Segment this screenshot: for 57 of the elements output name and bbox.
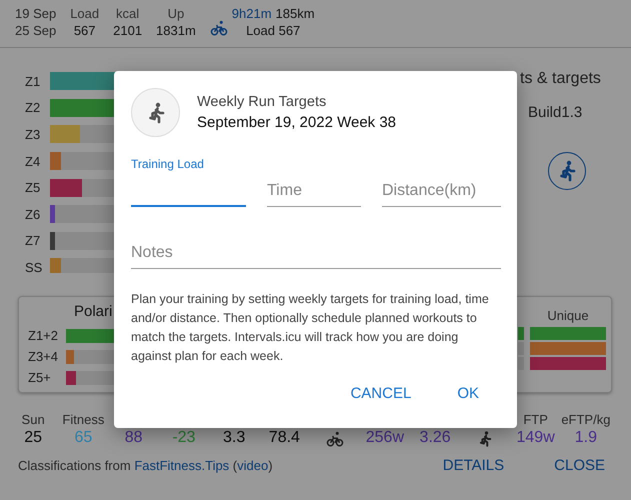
chart-title: Polari xyxy=(74,303,112,322)
date-label: 25 Sep xyxy=(15,22,56,39)
zone-label: Z1+2 xyxy=(28,328,59,343)
sport-button[interactable] xyxy=(548,152,586,190)
text-button[interactable]: CANCEL xyxy=(344,381,418,406)
column-title: Unique xyxy=(547,308,589,325)
section-heading: ts & targets xyxy=(520,70,601,88)
stat-label: Load xyxy=(70,5,100,22)
stat-label: kcal xyxy=(116,5,140,22)
zone-label: Z7 xyxy=(25,233,42,248)
credit-text: Classifications from FastFitness.Tips (video) xyxy=(18,458,274,473)
stat-label: eFTP/kg xyxy=(561,412,610,428)
stat-value: 567 xyxy=(74,22,96,39)
input-field[interactable]: Time xyxy=(267,182,361,207)
zone-label: Z5+ xyxy=(28,370,52,385)
zone-label: Z1 xyxy=(25,74,42,89)
stat-label: Up xyxy=(168,5,184,22)
zone-label: SS xyxy=(25,260,44,273)
input-field[interactable]: Distance(km) xyxy=(382,182,501,207)
dialog-title: Weekly Run Targets xyxy=(197,94,328,110)
stat-value: 65 xyxy=(74,428,92,448)
stat-value: 3.26 xyxy=(420,428,451,448)
help-text: Plan your training by setting weekly targets for training load, time and/or distance. Then optionally schedule planned workouts to match the targets. Intervals.icu will track how you are doing against plan for each week. xyxy=(131,291,490,365)
zone-label: Z2 xyxy=(25,100,42,116)
stat-value: 78.4 xyxy=(268,428,300,448)
dialog-subtitle: September 19, 2022 Week 38 xyxy=(197,114,396,131)
stat-label: Fitness xyxy=(62,412,104,428)
text-button[interactable]: CLOSE xyxy=(546,451,613,480)
link[interactable]: FastFitness.Tips xyxy=(134,458,230,473)
stat-value: 256w xyxy=(366,428,404,448)
stat-value: 2101 xyxy=(113,22,142,39)
stat-label: FTP xyxy=(523,412,548,428)
notes-field[interactable]: Notes xyxy=(131,244,501,269)
bicycle-icon xyxy=(326,430,344,448)
link[interactable]: video xyxy=(237,458,268,473)
zone-label: Z3+4 xyxy=(28,349,59,364)
stat-value: -23 xyxy=(172,428,196,448)
zone-label: Z6 xyxy=(25,206,42,222)
zone-label: Z5 xyxy=(25,180,42,196)
stat-value: 3.3 xyxy=(223,428,246,448)
stat-value: 88 xyxy=(124,428,143,448)
bicycle-icon xyxy=(210,19,228,37)
stat-value: 149w xyxy=(516,428,555,448)
zone-label: Z3 xyxy=(25,126,42,142)
activity-time: 9h21m xyxy=(232,5,272,22)
stat-value: 25 xyxy=(24,428,42,448)
field-label: Training Load xyxy=(131,157,205,171)
plan-name: Build1.3 xyxy=(528,104,582,121)
activity-load: Load 567 xyxy=(246,22,300,39)
zone-label: Z4 xyxy=(25,154,42,169)
stat-value: 1831m xyxy=(156,22,196,39)
text-button[interactable]: DETAILS xyxy=(434,451,512,480)
stat-value: 1.9 xyxy=(574,428,597,448)
activity-distance: 185km xyxy=(276,5,315,22)
stat-label: Sun xyxy=(22,412,45,428)
date-label: 19 Sep xyxy=(15,5,56,22)
text-button[interactable]: OK xyxy=(451,381,485,406)
